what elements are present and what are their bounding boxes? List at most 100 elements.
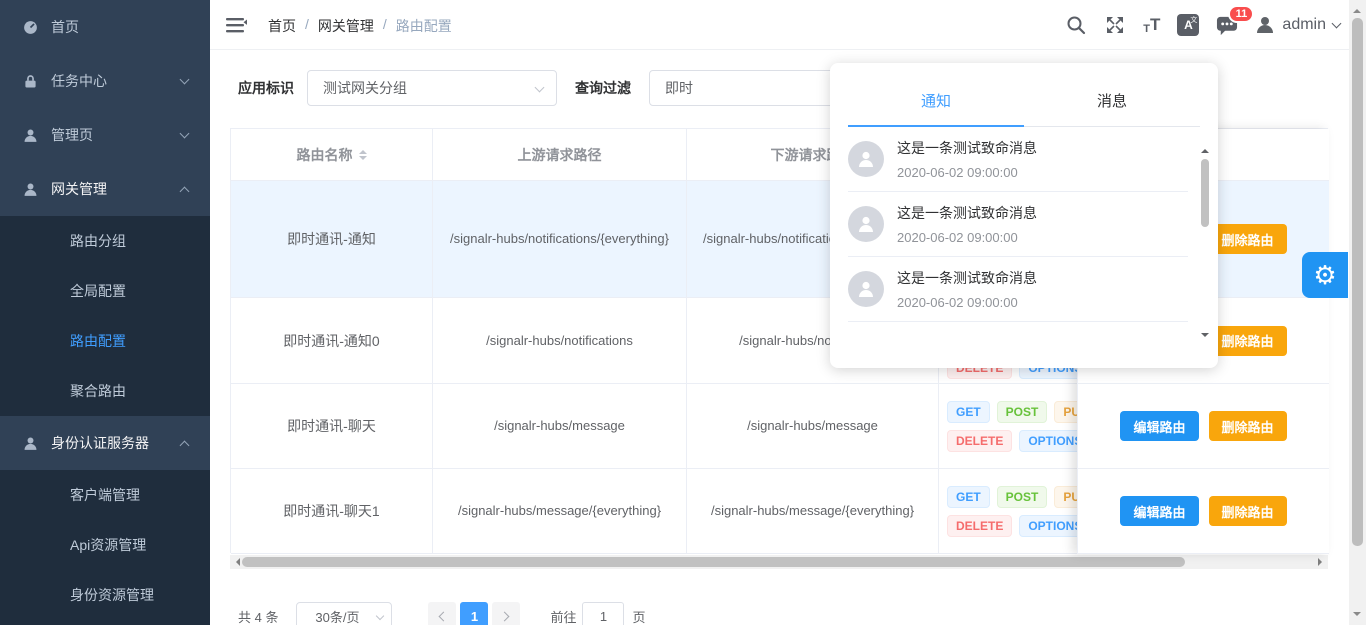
notification-time: 2020-06-02 09:00:00 (897, 295, 1037, 310)
sort-icon[interactable] (359, 146, 367, 164)
fullscreen-icon[interactable] (1104, 14, 1126, 36)
method-tag: DELETE (947, 430, 1012, 452)
user-menu[interactable]: admin (1255, 15, 1340, 35)
scroll-right-arrow-icon[interactable] (1318, 558, 1326, 566)
search-icon[interactable] (1065, 14, 1087, 36)
next-page-button[interactable] (492, 602, 520, 625)
edit-route-button[interactable]: 编辑路由 (1120, 411, 1198, 441)
sidebar-item-admin-pages[interactable]: 管理页 (0, 108, 210, 162)
settings-gear-button[interactable]: ⚙ (1302, 252, 1348, 298)
actions-cell: 编辑路由 删除路由 (1078, 469, 1329, 554)
sidebar-item-client-management[interactable]: 客户端管理 (0, 470, 210, 520)
sidebar-item-label: 全局配置 (70, 281, 126, 301)
popover-scrollbar[interactable] (1199, 145, 1211, 341)
sidebar-item-api-resources[interactable]: Api资源管理 (0, 520, 210, 570)
notification-time: 2020-06-02 09:00:00 (897, 165, 1037, 180)
table-horizontal-scrollbar[interactable] (230, 555, 1328, 569)
sidebar-item-label: 客户端管理 (70, 485, 140, 505)
page-vertical-scrollbar[interactable] (1349, 0, 1366, 625)
app-id-label: 应用标识 (238, 78, 294, 98)
tab-messages[interactable]: 消息 (1024, 77, 1200, 126)
lock-icon (22, 73, 39, 90)
breadcrumb-home[interactable]: 首页 (268, 16, 296, 36)
route-name-cell: 即时通讯-聊天1 (231, 469, 433, 553)
sidebar-item-label: 首页 (51, 17, 79, 37)
goto-label: 前往 (550, 607, 576, 625)
route-name-cell: 即时通讯-通知0 (231, 298, 433, 383)
vertical-scrollbar-thumb[interactable] (1352, 18, 1363, 546)
font-size-icon[interactable]: TT (1143, 15, 1160, 35)
delete-route-button[interactable]: 删除路由 (1209, 496, 1287, 526)
upstream-path-cell: /signalr-hubs/notifications (433, 298, 687, 383)
user-icon (22, 181, 39, 198)
topbar-actions: TT A 文 11 admin (1065, 0, 1340, 50)
notifications-popover: 通知 消息 这是一条测试致命消息 2020-06-02 09:00:00 这是一… (830, 63, 1218, 368)
page-size-value: 30条/页 (315, 607, 359, 625)
scroll-down-arrow-icon[interactable] (1201, 333, 1209, 341)
prev-page-button[interactable] (428, 602, 456, 625)
app-group-select-value: 测试网关分组 (323, 78, 407, 98)
user-icon (22, 127, 39, 144)
sidebar-item-gateway-management[interactable]: 网关管理 (0, 162, 210, 216)
sidebar-item-aggregate-routes[interactable]: 聚合路由 (0, 366, 210, 416)
query-filter-label: 查询过滤 (575, 78, 631, 98)
sidebar-item-route-config[interactable]: 路由配置 (0, 316, 210, 366)
delete-route-button[interactable]: 删除路由 (1209, 411, 1287, 441)
scroll-left-arrow-icon[interactable] (232, 558, 240, 566)
notification-list: 这是一条测试致命消息 2020-06-02 09:00:00 这是一条测试致命消… (848, 127, 1188, 322)
notification-item[interactable]: 这是一条测试致命消息 2020-06-02 09:00:00 (848, 257, 1188, 322)
scroll-down-arrow-icon[interactable] (1353, 612, 1361, 620)
breadcrumb: 首页 / 网关管理 / 路由配置 (268, 16, 452, 36)
horizontal-scrollbar-thumb[interactable] (242, 557, 1185, 567)
filter-bar: 应用标识 测试网关分组 查询过滤 (238, 70, 911, 106)
upstream-path-cell: /signalr-hubs/message (433, 384, 687, 468)
downstream-path-cell: /signalr-hubs/message/{everything} (687, 469, 939, 553)
sidebar-item-label: 管理页 (51, 125, 93, 145)
column-header-upstream: 上游请求路径 (433, 129, 687, 180)
goto-page-input[interactable] (582, 602, 624, 625)
translate-icon[interactable]: A 文 (1177, 14, 1199, 36)
column-header-route-name[interactable]: 路由名称 (231, 129, 433, 180)
collapse-sidebar-icon[interactable] (226, 15, 247, 35)
sidebar-item-identity-resources[interactable]: 身份资源管理 (0, 570, 210, 620)
delete-route-button[interactable]: 删除路由 (1209, 224, 1287, 254)
app-group-select[interactable]: 测试网关分组 (307, 70, 557, 106)
avatar-icon (848, 271, 884, 307)
sidebar-item-home[interactable]: 首页 (0, 0, 210, 54)
sidebar-item-route-groups[interactable]: 路由分组 (0, 216, 210, 266)
route-name-cell: 即时通讯-通知 (231, 181, 433, 297)
sidebar-item-identity-server[interactable]: 身份认证服务器 (0, 416, 210, 470)
upstream-path-cell: /signalr-hubs/message/{everything} (433, 469, 687, 553)
method-tag: POST (997, 486, 1048, 508)
messages-icon[interactable]: 11 (1216, 14, 1238, 36)
popover-scrollbar-thumb[interactable] (1201, 159, 1209, 227)
notification-item[interactable]: 这是一条测试致命消息 2020-06-02 09:00:00 (848, 127, 1188, 192)
breadcrumb-gateway[interactable]: 网关管理 (318, 16, 374, 36)
scroll-up-arrow-icon[interactable] (1201, 145, 1209, 153)
method-tag: POST (997, 401, 1048, 423)
dashboard-icon (22, 19, 39, 36)
notification-time: 2020-06-02 09:00:00 (897, 230, 1037, 245)
method-tag: GET (947, 486, 990, 508)
notification-title: 这是一条测试致命消息 (897, 203, 1037, 223)
page-size-select[interactable]: 30条/页 (296, 602, 392, 625)
delete-route-button[interactable]: 删除路由 (1209, 326, 1287, 356)
sidebar-item-label: 任务中心 (51, 71, 107, 91)
page-number-button[interactable]: 1 (460, 602, 488, 625)
sidebar-item-task-center[interactable]: 任务中心 (0, 54, 210, 108)
sidebar-item-label: 路由分组 (70, 231, 126, 251)
topbar: 首页 / 网关管理 / 路由配置 TT A 文 (210, 0, 1366, 50)
sidebar-item-label: 网关管理 (51, 179, 107, 199)
app-window: 首页 任务中心 管理页 网关管理 路由分组 (0, 0, 1366, 625)
sidebar-item-global-config[interactable]: 全局配置 (0, 266, 210, 316)
upstream-path-cell: /signalr-hubs/notifications/{everything} (433, 181, 687, 297)
sidebar-item-label: 身份认证服务器 (51, 433, 149, 453)
notification-item[interactable]: 这是一条测试致命消息 2020-06-02 09:00:00 (848, 192, 1188, 257)
method-tag: DELETE (947, 515, 1012, 537)
chevron-down-icon (535, 83, 545, 93)
tab-notifications[interactable]: 通知 (848, 77, 1024, 127)
edit-route-button[interactable]: 编辑路由 (1120, 496, 1198, 526)
breadcrumb-separator: / (383, 16, 387, 36)
sidebar-submenu-gateway: 路由分组 全局配置 路由配置 聚合路由 (0, 216, 210, 416)
scroll-up-arrow-icon[interactable] (1353, 5, 1361, 13)
